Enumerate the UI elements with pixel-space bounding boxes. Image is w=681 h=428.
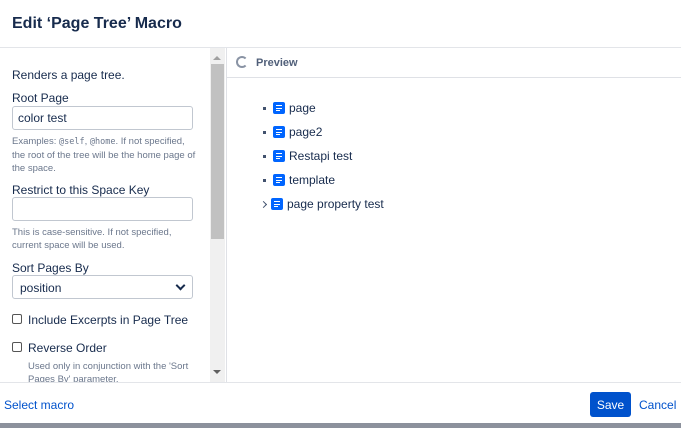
reverse-order-help: Used only in conjunction with the 'Sort … (28, 361, 189, 382)
excerpts-checkbox[interactable] (12, 314, 22, 324)
page-tree: page page2 Restapi test template page proper… (259, 96, 384, 216)
bottom-bar (0, 423, 681, 428)
bullet-icon (263, 130, 266, 134)
page-icon (273, 174, 285, 186)
reverse-order-checkbox[interactable] (12, 342, 22, 352)
scrollbar-thumb[interactable] (211, 64, 224, 239)
reverse-order-label: Reverse Order (28, 341, 107, 355)
chevron-right-icon[interactable] (259, 200, 268, 208)
macro-parameters-panel: Renders a page tree. Root Page Examples:… (0, 48, 210, 382)
dialog-header: Edit ‘Page Tree’ Macro (0, 0, 681, 48)
root-page-label: Root Page (12, 91, 69, 105)
dialog-footer: Select macro Save Cancel (0, 382, 681, 423)
root-page-input[interactable] (12, 106, 193, 130)
tree-node[interactable]: page (260, 96, 384, 120)
tree-node-label[interactable]: page2 (289, 125, 322, 139)
select-macro-link[interactable]: Select macro (4, 398, 74, 412)
sort-label: Sort Pages By (12, 261, 89, 275)
space-key-input[interactable] (12, 197, 193, 221)
chevron-down-icon (175, 280, 186, 291)
sort-select[interactable]: position (12, 275, 193, 299)
page-icon (273, 126, 285, 138)
space-key-label: Restrict to this Space Key (12, 183, 150, 197)
scroll-down-icon[interactable] (213, 370, 221, 374)
root-page-help: Examples: @self, @home. If not specified… (12, 135, 197, 175)
code-home: @home (89, 137, 116, 147)
code-self: @self (59, 137, 85, 147)
preview-title: Preview (256, 57, 298, 69)
page-icon (273, 102, 285, 114)
tree-node[interactable]: page2 (260, 120, 384, 144)
page-icon (271, 198, 283, 210)
tree-node[interactable]: template (260, 168, 384, 192)
preview-header: Preview (227, 48, 681, 78)
bullet-icon (263, 178, 266, 182)
tree-node[interactable]: page property test (259, 192, 384, 216)
scroll-up-icon[interactable] (213, 56, 221, 60)
excerpts-label: Include Excerpts in Page Tree (28, 313, 189, 327)
tree-node-label[interactable]: page (289, 101, 316, 115)
tree-node-label[interactable]: template (289, 173, 335, 187)
divider (226, 48, 227, 382)
help-text: Examples: (12, 136, 59, 147)
scrollbar[interactable] (210, 48, 225, 382)
bullet-icon (263, 106, 266, 110)
tree-node-label[interactable]: Restapi test (289, 149, 352, 163)
dialog-title: Edit ‘Page Tree’ Macro (12, 15, 182, 32)
space-key-help: This is case-sensitive. If not specified… (12, 227, 172, 251)
sort-value: position (20, 281, 62, 295)
page-icon (273, 150, 285, 162)
refresh-icon[interactable] (236, 56, 248, 68)
bullet-icon (263, 154, 266, 158)
tree-node[interactable]: Restapi test (260, 144, 384, 168)
cancel-button[interactable]: Cancel (639, 398, 676, 412)
tree-node-label[interactable]: page property test (287, 197, 384, 211)
macro-description: Renders a page tree. (12, 68, 125, 82)
save-button[interactable]: Save (590, 392, 631, 417)
